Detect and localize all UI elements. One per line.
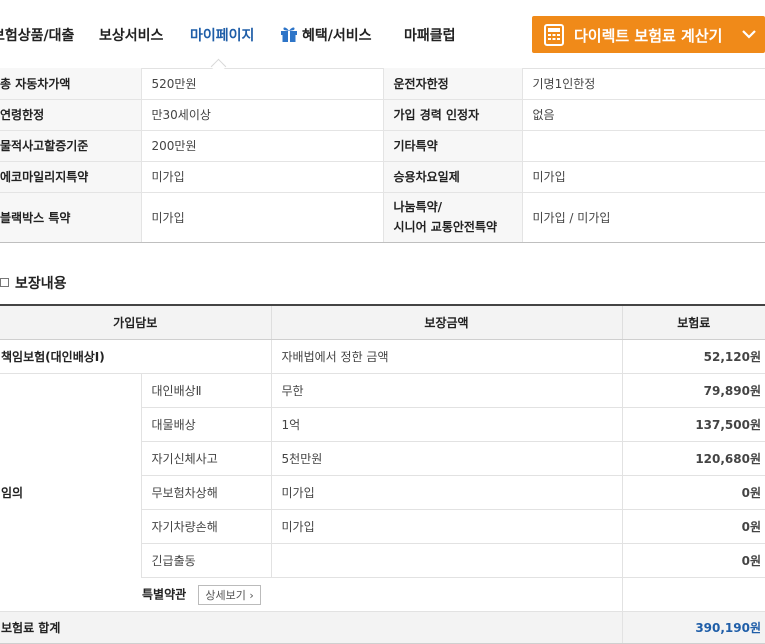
detail-view-button[interactable]: 상세보기 › [198, 584, 261, 605]
total-premium: 390,190원 [621, 611, 765, 644]
coverage-name: 긴급출동 [140, 543, 272, 578]
info-label-line1: 나눔특약/ [393, 200, 443, 214]
info-value: 200만원 [140, 130, 383, 162]
direct-button-label: 다이렉트 보험료 계산기 [574, 27, 723, 45]
info-value [521, 130, 765, 162]
optional-group-label: 임의 [0, 373, 141, 612]
nav-mypage[interactable]: 마이페이지 [190, 25, 254, 45]
coverage-amount [270, 543, 623, 578]
coverage-name: 책임보험(대인배상Ⅰ) [0, 339, 272, 374]
coverage-table: 가입담보 보장금액 보험료 책임보험(대인배상Ⅰ) 자배법에서 정한 금액 52… [0, 304, 765, 644]
coverage-row: 임의 대인배상Ⅱ 무한 79,890원 [0, 373, 765, 612]
coverage-row-mandatory: 책임보험(대인배상Ⅰ) 자배법에서 정한 금액 52,120원 [0, 339, 765, 374]
info-label: 총 자동차가액 [0, 68, 141, 100]
info-label: 물적사고할증기준 [0, 130, 141, 162]
nav-claims-service[interactable]: 보상서비스 [99, 25, 163, 45]
nav-benefits-service[interactable]: 혜택/서비스 [280, 25, 372, 45]
special-terms-cell: 특별약관 상세보기 › [141, 577, 623, 612]
info-value: 기명1인한정 [521, 68, 765, 100]
coverage-amount: 무한 [270, 373, 623, 408]
info-row: 총 자동차가액 520만원 운전자한정 기명1인한정 [0, 68, 765, 100]
coverage-name: 대인배상Ⅱ [140, 373, 272, 408]
coverage-premium: 79,890원 [621, 373, 765, 408]
chevron-down-icon [742, 30, 756, 39]
info-value: 미가입 [140, 161, 383, 193]
direct-premium-calculator-button[interactable]: 다이렉트 보험료 계산기 [532, 16, 765, 53]
coverage-premium: 137,500원 [621, 407, 765, 442]
info-label-line2: 시니어 교통안전특약 [393, 220, 498, 234]
info-label: 연령한정 [0, 99, 141, 131]
section-bullet-icon [0, 278, 9, 287]
info-value: 520만원 [140, 68, 383, 100]
info-label: 블랙박스 특약 [0, 192, 141, 243]
info-value: 만30세이상 [140, 99, 383, 131]
info-value: 미가입 / 미가입 [521, 192, 765, 243]
coverage-premium: 120,680원 [621, 441, 765, 476]
nav-mapae-club[interactable]: 마패클럽 [404, 25, 456, 45]
coverage-title-text: 보장내용 [15, 276, 67, 292]
header-coverage-item: 가입담보 [0, 304, 272, 340]
coverage-amount: 미가입 [270, 509, 623, 544]
coverage-amount: 미가입 [270, 475, 623, 510]
coverage-name: 대물배상 [140, 407, 272, 442]
coverage-premium: 0원 [621, 475, 765, 510]
info-label: 운전자한정 [382, 68, 522, 100]
coverage-premium: 0원 [621, 509, 765, 544]
coverage-amount: 1억 [270, 407, 623, 442]
coverage-section-title: 보장내용 [0, 273, 67, 293]
coverage-premium: 0원 [621, 543, 765, 578]
coverage-amount: 5천만원 [270, 441, 623, 476]
coverage-amount [621, 577, 765, 612]
coverage-name: 무보험차상해 [140, 475, 272, 510]
info-label: 에코마일리지특약 [0, 161, 141, 193]
header-premium: 보험료 [621, 304, 765, 340]
total-row: 보험료 합계 390,190원 [0, 611, 765, 644]
coverage-name: 자기신체사고 [140, 441, 272, 476]
contract-info-table: 총 자동차가액 520만원 운전자한정 기명1인한정 연령한정 만30세이상 가… [0, 68, 765, 243]
info-value: 없음 [521, 99, 765, 131]
special-terms-label: 특별약관 [142, 587, 187, 601]
info-label: 승용차요일제 [382, 161, 522, 193]
header-coverage-amount: 보장금액 [270, 304, 623, 340]
gift-icon [281, 27, 297, 42]
calculator-icon [544, 24, 564, 46]
info-row: 연령한정 만30세이상 가입 경력 인정자 없음 [0, 99, 765, 131]
top-navigation: 보험상품/대출 보상서비스 마이페이지 혜택/서비스 마패클럽 다이렉트 보험료… [0, 0, 765, 75]
info-value: 미가입 [521, 161, 765, 193]
coverage-header-row: 가입담보 보장금액 보험료 [0, 304, 765, 340]
coverage-amount: 자배법에서 정한 금액 [270, 339, 623, 374]
info-label: 기타특약 [382, 130, 522, 162]
total-label: 보험료 합계 [0, 611, 623, 644]
info-row: 에코마일리지특약 미가입 승용차요일제 미가입 [0, 161, 765, 193]
info-row: 블랙박스 특약 미가입 나눔특약/ 시니어 교통안전특약 미가입 / 미가입 [0, 192, 765, 243]
info-label: 가입 경력 인정자 [382, 99, 522, 131]
coverage-name: 자기차량손해 [140, 509, 272, 544]
nav-products-loans[interactable]: 보험상품/대출 [0, 25, 74, 45]
coverage-premium: 52,120원 [621, 339, 765, 374]
info-row: 물적사고할증기준 200만원 기타특약 [0, 130, 765, 162]
info-value: 미가입 [140, 192, 383, 243]
nav-benefits-label: 혜택/서비스 [302, 28, 372, 44]
info-label: 나눔특약/ 시니어 교통안전특약 [382, 192, 522, 243]
